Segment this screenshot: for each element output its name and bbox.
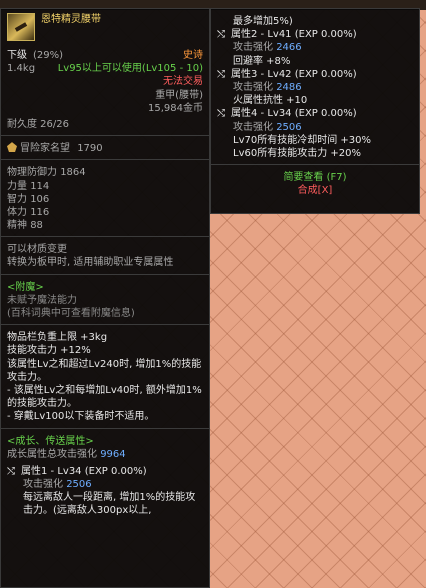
attr3-atk-value: 2486 <box>276 81 302 93</box>
enchant-header: <附魔> <box>7 281 44 293</box>
stat-row: 智力 106 <box>7 193 50 205</box>
attr-top-line: 最多增加5%) <box>233 16 293 27</box>
item-header: 恩特精灵腰带 <box>1 9 209 45</box>
material-change-line1: 可以材质变更 <box>7 244 67 256</box>
growth-attr1-title: 属性1 - Lv34 (EXP 0.00%) <box>21 465 147 477</box>
item-weight: 1.4kg <box>7 63 36 75</box>
stat-row: 力量 114 <box>7 180 50 192</box>
attr2-atk-label: 攻击强化 <box>233 42 273 54</box>
enchant-line2: (百科词典中可查看附魔信息) <box>7 308 135 319</box>
attr4-atk-label: 攻击强化 <box>233 121 273 133</box>
growth-total-value: 9964 <box>100 448 126 460</box>
attr3-extra: 火属性抗性 +10 <box>233 95 308 107</box>
swap-icon: ⤭ <box>217 29 225 41</box>
attr2-title: 属性2 - Lv41 (EXP 0.00%) <box>231 29 357 41</box>
growth-section: <成长、传送属性> 成长属性总攻击强化 9964 ⤭ 属性1 - Lv34 (EX… <box>1 427 209 522</box>
material-change-section: 可以材质变更 转换为板甲时, 适用辅助职业专属属性 <box>1 236 209 273</box>
fame-label: 冒险家名望 <box>20 143 70 155</box>
item-tooltip: 恩特精灵腰带 下级 (29%) 史诗 1.4kg Lv95以上可以使用(Lv105… <box>0 8 210 588</box>
item-grade: 下级 <box>7 50 27 61</box>
attr2-atk-value: 2466 <box>276 42 302 54</box>
attr4-extra2: Lv60所有技能攻击力 +20% <box>233 147 361 159</box>
attr4-extra1: Lv70所有技能冷却时间 +30% <box>233 134 371 146</box>
stat-row: 物理防御力 1864 <box>7 167 86 179</box>
item-grade-percent: (29%) <box>33 50 64 61</box>
fame-value: 1790 <box>77 143 103 155</box>
fame-section: 冒险家名望 1790 <box>1 135 209 159</box>
item-armor-type: 重甲(腰带) <box>155 89 203 101</box>
stat-row: 体力 116 <box>7 206 50 218</box>
brief-view-button[interactable]: 简要查看 (F7) <box>217 171 413 184</box>
item-price: 15,984金币 <box>148 102 203 114</box>
growth-attributes-continued: 最多增加5%) ⤭ 属性2 - Lv41 (EXP 0.00%) 攻击强化 246… <box>211 9 419 164</box>
growth-header: <成长、传送属性> <box>7 435 94 447</box>
item-tooltip-continuation: 最多增加5%) ⤭ 属性2 - Lv41 (EXP 0.00%) 攻击强化 246… <box>210 8 420 214</box>
growth-attr1-atk-label: 攻击强化 <box>23 479 63 491</box>
enchant-line1: 未赋予魔法能力 <box>7 294 77 306</box>
item-trade-status: 无法交易 <box>163 76 203 88</box>
options-section: 物品栏负重上限 +3kg 技能攻击力 +12% 该属性Lv之和超过Lv240时,… <box>1 324 209 427</box>
item-durability: 耐久度 26/26 <box>7 118 69 130</box>
growth-attr1-desc: 每远离敌人一段距离, 增加1%的技能攻击力。(远离敌人300px以上, <box>23 492 196 517</box>
option-line: 物品栏负重上限 +3kg <box>7 332 108 344</box>
enchant-section: <附魔> 未赋予魔法能力 (百科词典中可查看附魔信息) <box>1 273 209 325</box>
attr4-atk-value: 2506 <box>276 121 302 133</box>
item-level-requirement: Lv95以上可以使用(Lv105 - 10) <box>57 63 203 75</box>
swap-icon: ⤭ <box>7 465 15 477</box>
fame-medal-icon <box>7 142 17 153</box>
synthesize-button[interactable]: 合成[X] <box>217 184 413 197</box>
material-change-line2: 转换为板甲时, 适用辅助职业专属属性 <box>7 257 174 269</box>
stat-row: 精神 88 <box>7 220 43 232</box>
growth-total-label: 成长属性总攻击强化 <box>7 448 97 460</box>
option-line: - 穿戴Lv100以下装备时不适用。 <box>7 411 155 423</box>
attr3-title: 属性3 - Lv42 (EXP 0.00%) <box>231 68 357 80</box>
stats-section: 物理防御力 1864 力量 114 智力 106 体力 116 精神 88 <box>1 159 209 236</box>
attr4-title: 属性4 - Lv34 (EXP 0.00%) <box>231 108 357 120</box>
belt-item-icon <box>7 13 35 41</box>
item-rarity: 史诗 <box>183 50 203 61</box>
attr2-extra: 回避率 +8% <box>233 55 291 67</box>
attr3-atk-label: 攻击强化 <box>233 81 273 93</box>
growth-attr1-atk-value: 2506 <box>66 479 92 491</box>
swap-icon: ⤭ <box>217 68 225 80</box>
item-name: 恩特精灵腰带 <box>41 14 101 25</box>
item-basic-info: 下级 (29%) 史诗 1.4kg Lv95以上可以使用(Lv105 - 10) … <box>1 45 209 135</box>
option-line: 该属性Lv之和超过Lv240时, 增加1%的技能攻击力。 <box>7 358 202 383</box>
option-line: 技能攻击力 +12% <box>7 345 91 357</box>
footer-actions: 简要查看 (F7) 合成[X] <box>211 164 419 201</box>
swap-icon: ⤭ <box>217 108 225 120</box>
option-line: - 该属性Lv之和每增加Lv40时, 额外增加1%的技能攻击力。 <box>7 384 202 410</box>
